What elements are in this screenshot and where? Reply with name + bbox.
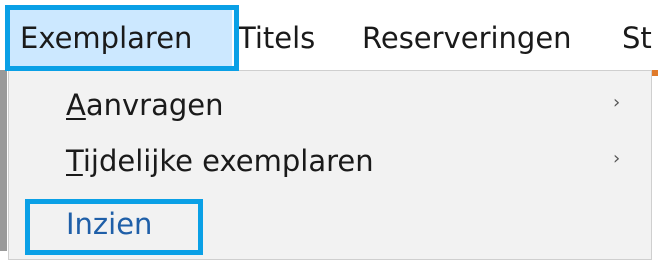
menu-titels[interactable]: Titels	[238, 10, 315, 66]
submenu-arrow-icon: ›	[613, 92, 621, 113]
dropdown-item-aanvragen[interactable]: Aanvragen ›	[9, 77, 651, 133]
dropdown-item-tijdelijke-exemplaren[interactable]: Tijdelijke exemplaren ›	[9, 133, 651, 189]
submenu-arrow-icon: ›	[613, 148, 621, 169]
exemplaren-dropdown-menu: Aanvragen › Tijdelijke exemplaren › Inzi…	[8, 70, 652, 260]
label-rest: anvragen	[85, 88, 224, 122]
menu-st-truncated[interactable]: St	[622, 10, 652, 66]
dropdown-item-aanvragen-label: Aanvragen	[66, 77, 223, 133]
menu-reserveringen-label: Reserveringen	[362, 21, 572, 55]
menu-reserveringen[interactable]: Reserveringen	[362, 10, 572, 66]
dropdown-item-inzien-label: Inzien	[66, 207, 153, 241]
dropdown-item-tijdelijke-exemplaren-label: Tijdelijke exemplaren	[66, 133, 374, 189]
label-rest: ijdelijke exemplaren	[82, 144, 374, 178]
menu-bar: Exemplaren Titels Reserveringen St	[0, 0, 658, 68]
menu-exemplaren-label: Exemplaren	[20, 21, 193, 55]
accelerator-key: A	[66, 88, 86, 122]
menu-titels-label: Titels	[238, 21, 316, 55]
window-left-strip	[0, 70, 7, 251]
menu-exemplaren[interactable]: Exemplaren	[10, 10, 232, 66]
menu-st-label: St	[622, 21, 652, 55]
dropdown-item-inzien[interactable]: Inzien	[9, 196, 651, 252]
accelerator-key: T	[66, 144, 83, 178]
